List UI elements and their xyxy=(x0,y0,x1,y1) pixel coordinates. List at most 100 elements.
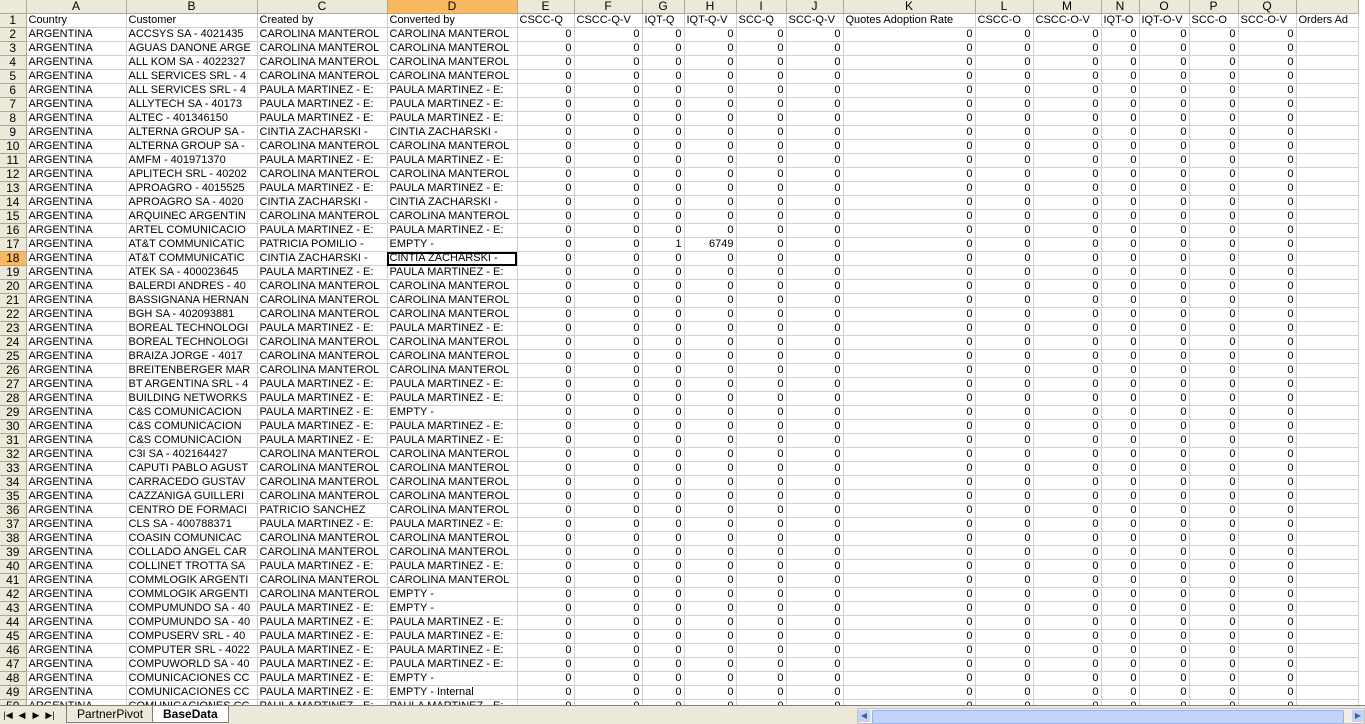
cell[interactable]: 0 xyxy=(517,405,575,420)
cell[interactable]: 0 xyxy=(736,55,787,70)
cell[interactable]: ARGENTINA xyxy=(26,349,127,364)
cell[interactable]: 0 xyxy=(1101,643,1140,658)
cell[interactable]: 0 xyxy=(574,671,643,686)
cell[interactable]: 0 xyxy=(843,489,976,504)
cell[interactable]: PAULA MARTINEZ - E: xyxy=(257,97,388,112)
cell[interactable]: 0 xyxy=(843,237,976,252)
cell[interactable]: 0 xyxy=(1238,139,1297,154)
column-header-A[interactable]: A xyxy=(26,0,127,14)
cell[interactable]: 0 xyxy=(517,671,575,686)
cell[interactable]: 0 xyxy=(1238,545,1297,560)
cell[interactable]: 0 xyxy=(1033,41,1102,56)
cell[interactable]: CAROLINA MANTEROL xyxy=(387,167,518,182)
cell[interactable]: 0 xyxy=(684,307,737,322)
row-header[interactable]: 34 xyxy=(0,475,27,490)
column-header-G[interactable]: G xyxy=(642,0,685,14)
cell[interactable]: 0 xyxy=(642,433,685,448)
cell[interactable]: 0 xyxy=(1139,671,1190,686)
header-cell[interactable]: Created by xyxy=(257,13,388,28)
cell[interactable]: 0 xyxy=(975,97,1034,112)
cell[interactable]: CAROLINA MANTEROL xyxy=(257,447,388,462)
row-header[interactable]: 30 xyxy=(0,419,27,434)
cell[interactable]: 0 xyxy=(1101,265,1140,280)
cell[interactable]: 0 xyxy=(684,433,737,448)
cell[interactable]: 0 xyxy=(1238,419,1297,434)
cell[interactable]: 1 xyxy=(642,237,685,252)
row-header[interactable]: 4 xyxy=(0,55,27,70)
cell[interactable]: 0 xyxy=(843,279,976,294)
cell[interactable]: 0 xyxy=(975,223,1034,238)
cell[interactable]: 0 xyxy=(1139,307,1190,322)
cell[interactable]: 0 xyxy=(843,657,976,672)
cell[interactable]: 0 xyxy=(1238,629,1297,644)
cell[interactable]: 0 xyxy=(574,601,643,616)
cell[interactable]: 0 xyxy=(736,489,787,504)
cell[interactable]: CLS SA - 400788371 xyxy=(126,517,258,532)
cell[interactable]: CAROLINA MANTEROL xyxy=(387,545,518,560)
cell[interactable]: 0 xyxy=(736,615,787,630)
cell[interactable]: 0 xyxy=(1238,111,1297,126)
cell[interactable]: 0 xyxy=(517,237,575,252)
cell[interactable]: 0 xyxy=(736,195,787,210)
cell[interactable]: 0 xyxy=(786,167,844,182)
cell[interactable]: PAULA MARTINEZ - E: xyxy=(387,321,518,336)
cell[interactable]: 0 xyxy=(786,251,844,266)
cell[interactable]: 0 xyxy=(736,41,787,56)
cell[interactable]: 0 xyxy=(786,237,844,252)
cell[interactable]: 0 xyxy=(642,601,685,616)
cell[interactable]: PAULA MARTINEZ - E: xyxy=(387,265,518,280)
cell[interactable]: 0 xyxy=(786,41,844,56)
cell[interactable]: CINTIA ZACHARSKI - xyxy=(257,195,388,210)
cell[interactable]: 0 xyxy=(684,349,737,364)
cell[interactable]: 0 xyxy=(1101,377,1140,392)
cell[interactable]: 0 xyxy=(684,559,737,574)
cell[interactable]: 0 xyxy=(1139,209,1190,224)
cell[interactable]: 0 xyxy=(1033,377,1102,392)
cell[interactable]: 0 xyxy=(1101,307,1140,322)
cell[interactable]: 0 xyxy=(786,181,844,196)
cell[interactable]: 0 xyxy=(574,433,643,448)
cell[interactable]: 0 xyxy=(975,195,1034,210)
cell[interactable]: 0 xyxy=(736,657,787,672)
cell[interactable]: 0 xyxy=(517,279,575,294)
cell[interactable]: 0 xyxy=(1139,265,1190,280)
cell[interactable]: 0 xyxy=(574,405,643,420)
cell[interactable]: EMPTY - xyxy=(387,587,518,602)
cell[interactable] xyxy=(1296,55,1359,70)
cell[interactable]: 0 xyxy=(1238,209,1297,224)
row-header[interactable]: 35 xyxy=(0,489,27,504)
cell[interactable]: 0 xyxy=(1189,237,1239,252)
cell[interactable]: 0 xyxy=(1101,629,1140,644)
cell[interactable]: 0 xyxy=(1033,489,1102,504)
cell[interactable]: 0 xyxy=(684,125,737,140)
cell[interactable]: 0 xyxy=(1238,83,1297,98)
cell[interactable]: 0 xyxy=(1238,405,1297,420)
cell[interactable]: 0 xyxy=(1139,587,1190,602)
cell[interactable]: 0 xyxy=(517,321,575,336)
cell[interactable]: 0 xyxy=(1033,615,1102,630)
header-cell[interactable]: IQT-Q xyxy=(642,13,685,28)
cell[interactable]: 0 xyxy=(1139,601,1190,616)
cell[interactable]: 0 xyxy=(843,671,976,686)
cell[interactable]: ARGENTINA xyxy=(26,279,127,294)
header-cell[interactable]: SCC-O xyxy=(1189,13,1239,28)
cell[interactable]: 0 xyxy=(574,55,643,70)
cell[interactable]: 0 xyxy=(786,97,844,112)
cell[interactable]: 0 xyxy=(642,447,685,462)
cell[interactable]: ARGENTINA xyxy=(26,195,127,210)
cell[interactable]: 0 xyxy=(684,27,737,42)
cell[interactable]: 0 xyxy=(843,475,976,490)
cell[interactable]: 0 xyxy=(642,461,685,476)
cell[interactable]: ARGENTINA xyxy=(26,377,127,392)
cell[interactable]: 0 xyxy=(1189,55,1239,70)
cell[interactable]: APROAGRO - 4015525 xyxy=(126,181,258,196)
cell[interactable]: 0 xyxy=(1101,335,1140,350)
cell[interactable]: ARGENTINA xyxy=(26,83,127,98)
cell[interactable]: ALTEC - 401346150 xyxy=(126,111,258,126)
cell[interactable]: 0 xyxy=(736,223,787,238)
cell[interactable]: 0 xyxy=(786,125,844,140)
cell[interactable]: 0 xyxy=(1238,97,1297,112)
cell[interactable]: 0 xyxy=(1189,559,1239,574)
cell[interactable]: PAULA MARTINEZ - E: xyxy=(387,377,518,392)
cell[interactable]: 0 xyxy=(1238,503,1297,518)
